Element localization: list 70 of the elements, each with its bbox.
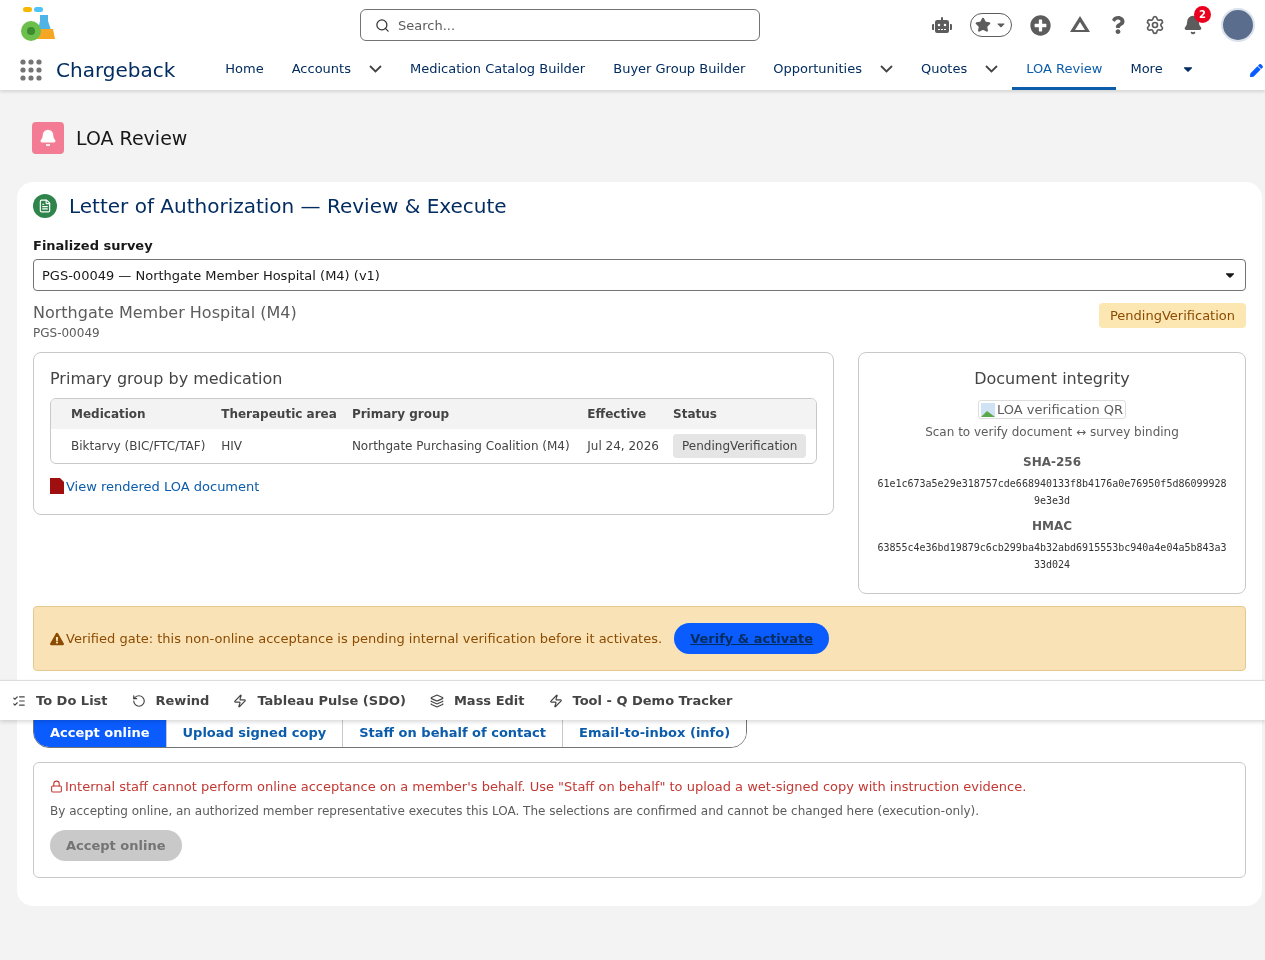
star-icon xyxy=(975,17,991,33)
column-header: Medication xyxy=(51,399,216,429)
status-badge: PendingVerification xyxy=(1099,303,1246,328)
column-header: Status xyxy=(667,399,816,429)
lock-icon xyxy=(50,780,63,793)
status-badge: PendingVerification xyxy=(673,434,807,458)
hash-value: 63855c4e36bd19879c6cb299ba4b32abd6915553bc940a4e04a5b843a333d024 xyxy=(876,541,1228,572)
bell-icon xyxy=(32,122,64,154)
page-title: LOA Review xyxy=(76,127,188,149)
warning-message: Verified gate: this non-online acceptance is pending internal verification before it activates. xyxy=(50,631,663,646)
qr-image: LOA verification QR xyxy=(977,400,1127,419)
description-text: By accepting online, an authorized member representative executes this LOA. The selections are confirmed and cannot be changed here (execution-only). xyxy=(50,804,981,818)
survey-select[interactable]: PGS-00049 — Northgate Member Hospital (M4) (v1) xyxy=(33,259,1246,291)
edit-icon[interactable] xyxy=(1250,64,1263,77)
document-icon xyxy=(33,194,57,218)
pdf-icon xyxy=(50,478,64,494)
panel-title: Primary group by medication xyxy=(50,369,284,388)
help-icon[interactable] xyxy=(1109,16,1127,34)
utility-item[interactable]: Rewind xyxy=(131,693,210,708)
utility-item[interactable]: Mass Edit xyxy=(429,693,525,708)
app-name: Chargeback xyxy=(56,58,176,82)
column-header: Effective xyxy=(581,399,668,429)
table-cell-text: Jul 24, 2026 xyxy=(585,438,660,455)
notification-count: 2 xyxy=(1194,6,1211,23)
table-cell-text: Biktarvy (BIC/FTC/TAF) xyxy=(70,438,207,455)
nav-tab[interactable]: Home xyxy=(211,50,278,90)
layers-icon xyxy=(429,693,444,708)
utility-item[interactable]: Tableau Pulse (SDO) xyxy=(233,693,406,708)
settings-icon[interactable] xyxy=(1145,15,1165,35)
document-link[interactable]: View rendered LOA document xyxy=(50,478,260,494)
hash-label: SHA-256 xyxy=(1023,455,1081,469)
nav-tab[interactable]: LOA Review xyxy=(1012,50,1117,90)
warning-icon xyxy=(50,631,64,646)
bolt-icon xyxy=(233,693,248,708)
table-cell-text: Northgate Purchasing Coalition (M4) xyxy=(350,438,571,455)
nav-tab[interactable]: More xyxy=(1116,50,1209,90)
search-icon xyxy=(375,17,390,33)
robot-icon[interactable] xyxy=(932,15,952,35)
field-label: Finalized survey xyxy=(33,238,154,253)
chevron-down-icon xyxy=(368,64,382,73)
nav-tab[interactable]: Buyer Group Builder xyxy=(599,50,760,90)
utility-item[interactable]: To Do List xyxy=(12,693,108,708)
column-header: Primary group xyxy=(345,399,582,429)
table-cell-text: HIV xyxy=(220,438,243,455)
rewind-icon xyxy=(131,693,146,708)
hash-label: HMAC xyxy=(1031,519,1073,533)
chevron-down-icon xyxy=(879,64,893,73)
search-field[interactable]: Search... xyxy=(360,9,760,41)
notice-text: Internal staff cannot perform online acceptance on a member's behalf. Use "Staff on behalf" to upload a wet-signed copy with instruction evidence. xyxy=(50,779,1229,794)
member-id: PGS-00049 xyxy=(33,326,101,340)
card-title: Letter of Authorization — Review & Execute xyxy=(69,194,507,218)
caption: Scan to verify document ↔ survey binding xyxy=(925,425,1179,439)
hash-value: 61e1c673a5e29e318757cde668940133f8b4176a0e76950f5d860999289e3e3d xyxy=(876,477,1228,508)
broken-image-icon xyxy=(980,402,995,417)
checklist-icon xyxy=(12,693,26,708)
segment-tab[interactable]: Email-to-inbox (info) xyxy=(562,718,747,747)
avatar[interactable] xyxy=(1221,8,1255,42)
segment-tab[interactable]: Accept online xyxy=(34,718,166,747)
add-icon[interactable] xyxy=(1030,14,1051,36)
nav-tab[interactable]: Opportunities xyxy=(759,50,907,90)
column-header: Therapeutic area xyxy=(215,399,346,429)
mountain-icon[interactable] xyxy=(1069,15,1091,35)
utility-item[interactable]: Tool - Q Demo Tracker xyxy=(548,693,733,708)
chevron-down-icon xyxy=(985,64,999,73)
panel-title: Document integrity xyxy=(974,369,1130,388)
member-name: Northgate Member Hospital (M4) xyxy=(33,303,297,322)
nav-tab[interactable]: Quotes xyxy=(906,50,1013,90)
bolt-icon xyxy=(548,693,563,708)
nav-tab[interactable]: Medication Catalog Builder xyxy=(395,50,600,90)
nav-tab[interactable]: Accounts xyxy=(277,50,396,90)
